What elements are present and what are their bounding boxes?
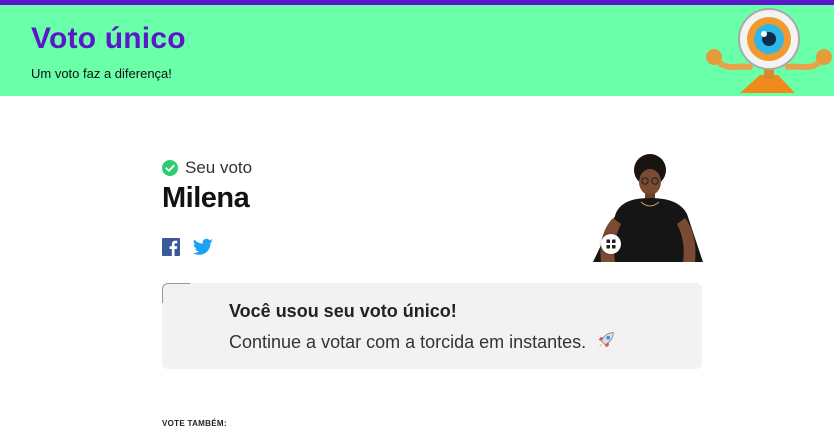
rocket-icon [597,332,614,349]
grid-icon [606,239,616,249]
vote-used-notice: Você usou seu voto único! Continue a vot… [162,283,702,369]
notice-title: Você usou seu voto único! [229,301,457,321]
candidate-name: Milena [162,182,250,214]
twitter-share-button[interactable] [192,238,213,256]
facebook-icon [169,240,178,256]
notice-text-row: Continue a votar com a torcida em instan… [229,329,617,353]
vote-label: Seu voto [185,158,253,177]
twitter-icon [192,238,213,255]
page-title: Voto único [31,22,186,55]
page-subtitle: Um voto faz a diferença! [31,66,172,81]
notice-text: Continue a votar com a torcida em instan… [229,332,587,352]
big-brother-mascot-icon [706,8,832,93]
photo-grid-button[interactable] [601,234,621,254]
header-banner: Voto único Um voto faz a diferença! [0,5,834,96]
vote-also-heading: VOTE TAMBÉM: [162,419,227,427]
facebook-share-button[interactable] [162,238,180,256]
notice-corner-decoration [162,283,190,303]
check-circle-icon [162,160,178,176]
